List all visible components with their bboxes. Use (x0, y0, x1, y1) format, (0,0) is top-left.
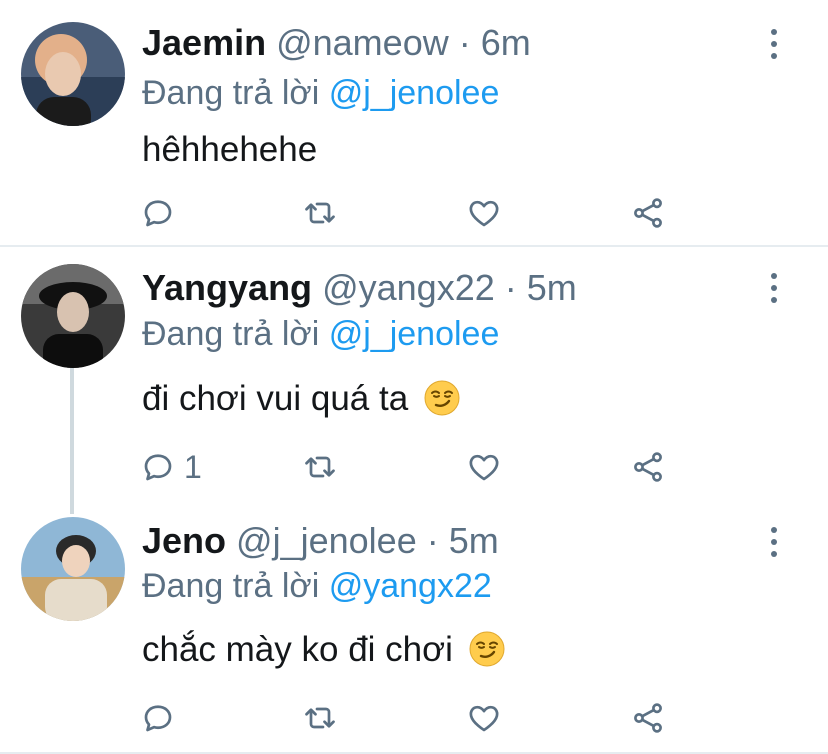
tweet-text-content: hêhhehehe (142, 130, 318, 169)
reply-mention-link[interactable]: @j_jenolee (329, 74, 500, 112)
avatar-jeno[interactable] (21, 517, 125, 621)
more-vertical-icon[interactable] (760, 24, 788, 64)
display-name[interactable]: Jaemin (142, 22, 266, 63)
more-vertical-icon[interactable] (760, 268, 788, 308)
action-bar (140, 696, 700, 740)
like-button[interactable] (466, 696, 502, 740)
tweet-text: hêhhehehe (142, 128, 317, 172)
retweet-button[interactable] (302, 696, 338, 740)
share-button[interactable] (630, 445, 666, 489)
tweet-text-content: đi chơi vui quá ta (142, 379, 409, 418)
reply-button[interactable] (140, 696, 176, 740)
username[interactable]: @yangx22 (322, 267, 495, 308)
reply-mention-link[interactable]: @yangx22 (329, 567, 492, 605)
smirking-face-icon (469, 631, 505, 667)
reply-icon (140, 195, 176, 231)
separator-dot: · (426, 520, 439, 561)
share-button[interactable] (630, 191, 666, 235)
avatar-yangyang[interactable] (21, 264, 125, 368)
timestamp[interactable]: 6m (481, 22, 531, 63)
heart-icon (466, 449, 502, 485)
retweet-icon (302, 700, 338, 736)
tweet-yangyang[interactable]: Yangyang @yangx22 · 5m Đang trả lời @j_j… (0, 247, 828, 497)
timestamp[interactable]: 5m (449, 520, 499, 561)
reply-icon (140, 700, 176, 736)
tweet-jeno[interactable]: Jeno @j_jenolee · 5m Đang trả lời @yangx… (0, 497, 828, 754)
heart-icon (466, 700, 502, 736)
retweet-button[interactable] (302, 445, 338, 489)
like-button[interactable] (466, 445, 502, 489)
share-icon (630, 449, 666, 485)
username[interactable]: @j_jenolee (236, 520, 417, 561)
avatar-image (21, 517, 125, 621)
tweet-text: đi chơi vui quá ta (142, 377, 460, 421)
reply-button[interactable]: 1 (140, 445, 202, 489)
reply-button[interactable] (140, 191, 176, 235)
more-vertical-icon[interactable] (760, 522, 788, 562)
reply-icon (140, 449, 176, 485)
retweet-icon (302, 195, 338, 231)
display-name[interactable]: Jeno (142, 520, 226, 561)
retweet-icon (302, 449, 338, 485)
share-icon (630, 700, 666, 736)
display-name[interactable]: Yangyang (142, 267, 312, 308)
action-bar (140, 191, 700, 235)
avatar-image (21, 22, 125, 126)
share-button[interactable] (630, 696, 666, 740)
separator-dot: · (504, 267, 517, 308)
tweet-header: Jaemin @nameow · 6m (142, 22, 531, 64)
avatar-image (21, 264, 125, 368)
avatar-jaemin[interactable] (21, 22, 125, 126)
tweet-jaemin[interactable]: Jaemin @nameow · 6m Đang trả lời @j_jeno… (0, 0, 828, 246)
separator-dot: · (458, 22, 471, 63)
reply-prefix: Đang trả lời (142, 315, 320, 353)
timestamp[interactable]: 5m (527, 267, 577, 308)
reply-context: Đang trả lời @j_jenolee (142, 313, 499, 355)
smirking-face-icon (424, 380, 460, 416)
share-icon (630, 195, 666, 231)
like-button[interactable] (466, 191, 502, 235)
tweet-header: Jeno @j_jenolee · 5m (142, 520, 499, 562)
reply-count: 1 (184, 448, 202, 485)
action-bar: 1 (140, 445, 700, 489)
reply-prefix: Đang trả lời (142, 74, 320, 112)
retweet-button[interactable] (302, 191, 338, 235)
username[interactable]: @nameow (276, 22, 449, 63)
reply-context: Đang trả lời @yangx22 (142, 565, 492, 607)
tweet-header: Yangyang @yangx22 · 5m (142, 267, 577, 309)
heart-icon (466, 195, 502, 231)
reply-prefix: Đang trả lời (142, 567, 320, 605)
reply-context: Đang trả lời @j_jenolee (142, 72, 499, 114)
reply-mention-link[interactable]: @j_jenolee (329, 315, 500, 353)
tweet-text: chắc mày ko đi chơi (142, 628, 505, 672)
tweet-text-content: chắc mày ko đi chơi (142, 630, 453, 669)
